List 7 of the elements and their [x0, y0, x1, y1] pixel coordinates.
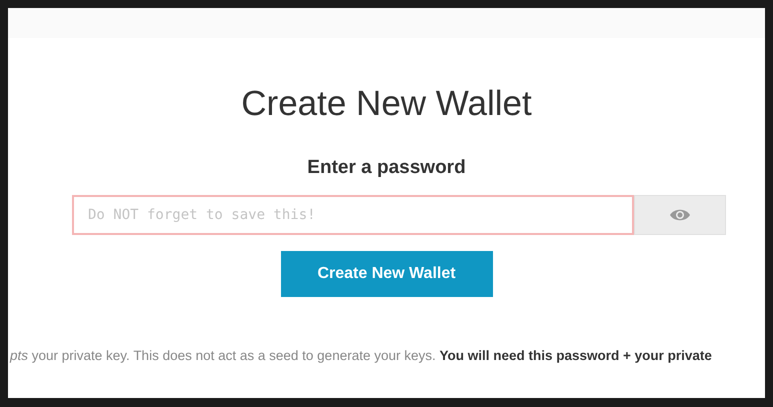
show-password-button[interactable] — [634, 195, 726, 235]
eye-icon — [669, 208, 691, 222]
create-wallet-button[interactable]: Create New Wallet — [280, 251, 492, 297]
password-field[interactable]: Do NOT forget to save this! — [72, 195, 634, 235]
password-label: Enter a password — [307, 156, 466, 180]
page-title: Create New Wallet — [241, 83, 532, 125]
footer-note: pts your private key. This does not act as a seed to generate your keys. You will need this password + your private — [10, 348, 712, 363]
